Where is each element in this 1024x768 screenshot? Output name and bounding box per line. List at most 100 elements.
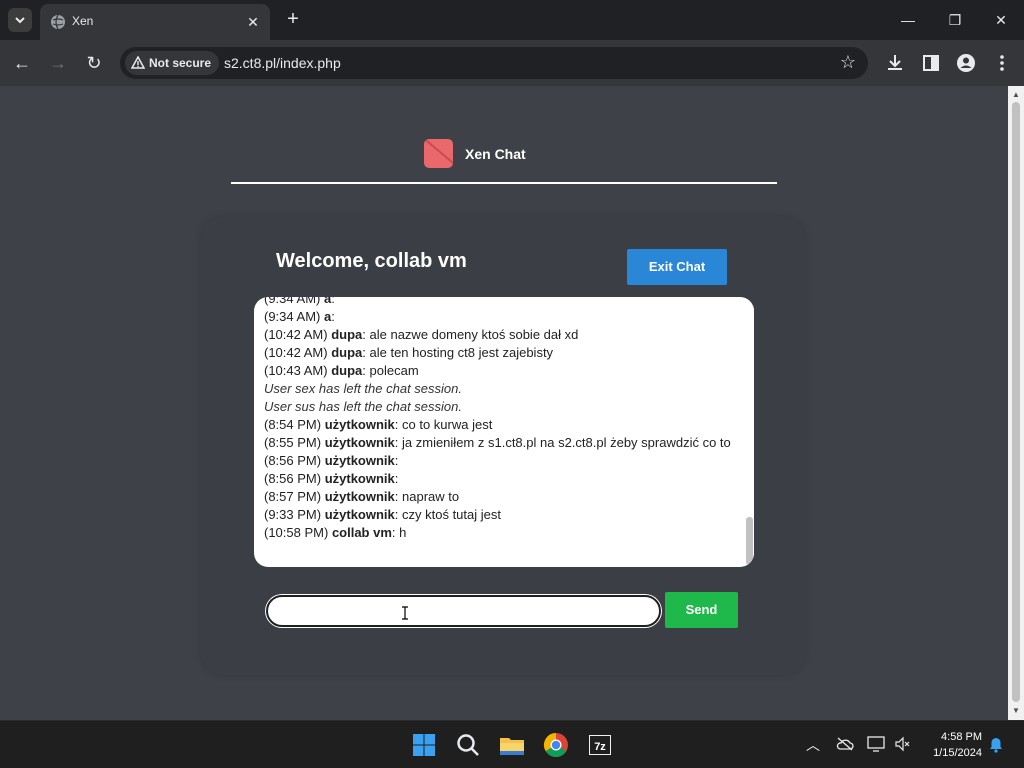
globe-icon [51,14,65,30]
system-message-text: User sus has left the chat session. [264,399,462,414]
chevron-up-icon[interactable]: ︿ [806,735,820,755]
message-text: : ale ten hosting ct8 jest zajebisty [362,345,554,360]
chat-message: (8:57 PM) użytkownik: napraw to [264,488,742,506]
message-author: użytkownik [324,507,395,522]
message-time: (9:34 AM) [264,297,321,306]
warning-icon [131,56,145,69]
windows-taskbar: 7z ︿ 4:58 PM 1/15/2024 [0,720,1024,768]
message-time: (10:43 AM) [264,363,328,378]
chat-message: (10:42 AM) dupa: ale ten hosting ct8 jes… [264,344,742,362]
scroll-down-icon[interactable]: ▼ [1012,706,1020,715]
system-message-text: User sex has left the chat session. [264,381,462,396]
address-bar[interactable]: Not secure s2.ct8.pl/index.php ☆ [120,47,868,79]
chevron-down-icon [15,17,25,24]
message-text: : [394,453,399,468]
scroll-up-icon[interactable]: ▲ [1012,90,1020,99]
message-text: : h [391,525,407,540]
message-time: (8:54 PM) [264,417,322,432]
message-time: (10:42 AM) [264,345,328,360]
message-text: : polecam [362,363,419,378]
message-text: : [394,471,399,486]
message-author: użytkownik [324,417,395,432]
message-time: (10:58 PM) [264,525,329,540]
network-icon[interactable] [866,736,886,752]
menu-dots-icon[interactable] [991,52,1013,74]
system-message: User sex has left the chat session. [264,380,742,398]
close-window-button[interactable]: ✕ [981,6,1021,34]
taskbar-clock[interactable]: 4:58 PM 1/15/2024 [918,729,982,761]
tab-title: Xen [72,14,94,28]
message-author: collab vm [331,525,392,540]
page-scrollbar-thumb[interactable] [1012,102,1020,702]
side-panel-icon[interactable] [920,52,942,74]
text-cursor-icon [402,606,408,620]
bookmark-star-icon[interactable]: ☆ [840,52,856,73]
chat-message: (8:56 PM) użytkownik: [264,452,742,470]
security-label: Not secure [149,56,212,70]
message-author: użytkownik [324,453,395,468]
minimize-button[interactable]: — [888,6,928,34]
message-author: dupa [331,327,363,342]
volume-muted-icon[interactable] [894,736,910,752]
new-tab-button[interactable]: + [282,8,304,30]
clock-time: 4:58 PM [941,731,982,743]
message-text: : czy ktoś tutaj jest [394,507,501,522]
message-time: (8:56 PM) [264,471,322,486]
chat-message: (10:42 AM) dupa: ale nazwe domeny ktoś s… [264,326,742,344]
chat-message: (10:58 PM) collab vm: h [264,524,742,542]
browser-tab[interactable]: Xen ✕ [40,4,270,40]
close-tab-icon[interactable]: ✕ [244,13,262,31]
profile-icon[interactable] [955,52,977,74]
url-text[interactable]: s2.ct8.pl/index.php [224,55,341,71]
message-time: (10:42 AM) [264,327,328,342]
chat-message: (9:33 PM) użytkownik: czy ktoś tutaj jes… [264,506,742,524]
message-time: (8:56 PM) [264,453,322,468]
tab-search-button[interactable] [8,8,32,32]
message-author: użytkownik [324,471,395,486]
chat-message: (9:34 AM) a: [264,308,742,326]
search-icon[interactable] [452,729,484,761]
message-time: (9:33 PM) [264,507,322,522]
clock-date: 1/15/2024 [933,747,982,759]
message-author: użytkownik [324,435,395,450]
browser-toolbar: ← → ↻ Not secure s2.ct8.pl/index.php ☆ [0,40,1024,86]
chrome-icon[interactable] [540,729,572,761]
chat-message: (10:43 AM) dupa: polecam [264,362,742,380]
message-author: użytkownik [324,489,395,504]
download-icon[interactable] [884,52,906,74]
chat-log[interactable]: (9:34 AM) a: (9:34 AM) a: (10:42 AM) dupa:… [254,297,754,567]
message-time: (8:57 PM) [264,489,322,504]
message-text: : [331,309,335,324]
7zip-icon[interactable]: 7z [584,729,616,761]
reload-icon[interactable]: ↻ [82,51,106,75]
send-button[interactable]: Send [665,592,738,628]
message-text: : napraw to [394,489,460,504]
message-text: : ale nazwe domeny ktoś sobie dał xd [362,327,579,342]
browser-tab-strip: Xen ✕ + — ❐ ✕ [0,0,1024,40]
message-text: : co to kurwa jest [394,417,493,432]
onedrive-offline-icon[interactable] [836,737,854,751]
header-divider [231,182,777,184]
exit-chat-button[interactable]: Exit Chat [627,249,727,285]
chat-message: (8:54 PM) użytkownik: co to kurwa jest [264,416,742,434]
message-input[interactable] [266,595,661,627]
chat-card: Welcome, collab vm Exit Chat (9:34 AM) a… [201,217,805,675]
notification-bell-icon[interactable] [988,737,1004,753]
page-viewport: Xen Chat Welcome, collab vm Exit Chat (9… [0,86,1008,720]
chat-message: (9:34 AM) a: [264,297,742,308]
svg-text:7z: 7z [594,741,606,753]
file-explorer-icon[interactable] [496,729,528,761]
forward-arrow-icon[interactable]: → [46,51,70,75]
restore-button[interactable]: ❐ [935,6,975,34]
message-author: dupa [331,345,363,360]
message-author: dupa [331,363,363,378]
site-info-chip[interactable]: Not secure [125,51,220,75]
chat-scrollbar-thumb[interactable] [746,517,753,565]
message-text: : [331,297,335,306]
page-scrollbar[interactable]: ▲ ▼ [1008,86,1024,720]
start-icon[interactable] [408,729,440,761]
back-arrow-icon[interactable]: ← [10,51,34,75]
welcome-heading: Welcome, collab vm [276,250,467,272]
chat-scrollbar[interactable] [744,297,754,567]
brand-name: Xen Chat [465,146,526,162]
